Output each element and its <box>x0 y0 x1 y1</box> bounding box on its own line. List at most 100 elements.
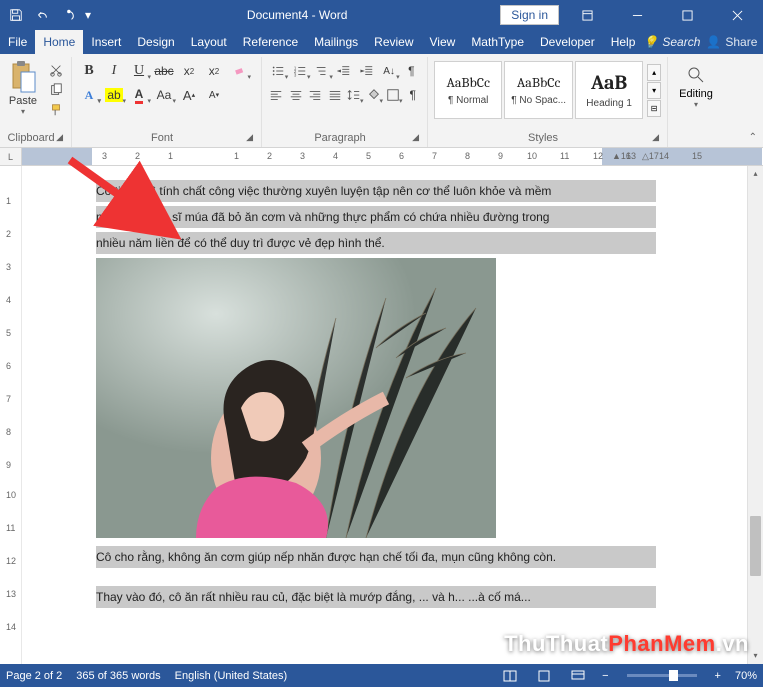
customize-qat-icon[interactable]: ▾ <box>82 2 94 28</box>
cut-icon[interactable] <box>46 61 66 79</box>
group-font: B I U abc x2 x2 A ab A Aa A▴ A▾ Font◢ <box>72 57 262 147</box>
document-image[interactable] <box>96 258 496 538</box>
status-words[interactable]: 365 of 365 words <box>76 670 160 682</box>
undo-icon[interactable] <box>30 2 54 28</box>
styles-scroll-down-icon[interactable]: ▾ <box>647 82 661 99</box>
paste-dropdown-icon[interactable]: ▾ <box>21 107 25 116</box>
format-painter-icon[interactable] <box>46 101 66 119</box>
paragraph-dialog-launcher-icon[interactable]: ◢ <box>412 132 419 143</box>
change-case-button[interactable]: Aa <box>153 85 175 105</box>
ribbon-display-options-icon[interactable] <box>565 0 609 30</box>
borders-icon[interactable] <box>385 85 402 105</box>
superscript-button[interactable]: x2 <box>203 61 225 81</box>
shrink-font-icon[interactable]: A▾ <box>203 85 225 105</box>
show-marks-icon[interactable]: ¶ <box>402 61 421 81</box>
bold-button[interactable]: B <box>78 61 100 81</box>
clear-formatting-icon[interactable] <box>228 61 250 81</box>
paste-icon[interactable] <box>6 59 40 95</box>
paragraph-1[interactable]: Cô tiết lộ vì tính chất công việc thường… <box>96 180 656 202</box>
vertical-scrollbar[interactable]: ▴ ▾ <box>747 166 763 664</box>
align-center-icon[interactable] <box>288 85 305 105</box>
bullets-icon[interactable] <box>268 61 287 81</box>
line-spacing-icon[interactable] <box>346 85 363 105</box>
sign-in-button[interactable]: Sign in <box>500 5 559 25</box>
font-color-icon[interactable]: A <box>128 85 150 105</box>
tab-help[interactable]: Help <box>603 30 644 54</box>
underline-button[interactable]: U <box>128 61 150 81</box>
paragraph-4[interactable]: Cô cho rằng, không ăn cơm giúp nếp nhăn … <box>96 546 656 568</box>
increase-indent-icon[interactable] <box>357 61 376 81</box>
save-icon[interactable] <box>4 2 28 28</box>
align-right-icon[interactable] <box>307 85 324 105</box>
scroll-thumb[interactable] <box>750 516 761 576</box>
close-icon[interactable] <box>715 0 759 30</box>
highlight-icon[interactable]: ab <box>103 85 125 105</box>
text-effects-icon[interactable]: A <box>78 85 100 105</box>
subscript-button[interactable]: x2 <box>178 61 200 81</box>
document-canvas[interactable]: Cô tiết lộ vì tính chất công việc thường… <box>22 166 763 664</box>
quick-access-toolbar: ▾ <box>0 2 94 28</box>
web-layout-icon[interactable] <box>568 667 588 685</box>
decrease-indent-icon[interactable] <box>335 61 354 81</box>
tab-mailings[interactable]: Mailings <box>306 30 366 54</box>
styles-scroll-up-icon[interactable]: ▴ <box>647 64 661 81</box>
tab-file[interactable]: File <box>0 30 35 54</box>
italic-button[interactable]: I <box>103 61 125 81</box>
tell-me-search[interactable]: 💡Search <box>643 35 700 49</box>
group-clipboard-label: Clipboard <box>7 132 54 144</box>
tab-reference[interactable]: Reference <box>235 30 306 54</box>
font-dialog-launcher-icon[interactable]: ◢ <box>246 132 253 143</box>
sort-icon[interactable]: A↓ <box>379 61 398 81</box>
tab-insert[interactable]: Insert <box>83 30 129 54</box>
tab-view[interactable]: View <box>422 30 464 54</box>
vertical-ruler[interactable]: 123 456 789 101112 1314 <box>0 166 22 664</box>
style-no-spacing[interactable]: AaBbCc¶ No Spac... <box>504 61 572 119</box>
zoom-level[interactable]: 70% <box>735 670 757 682</box>
style-normal[interactable]: AaBbCc¶ Normal <box>434 61 502 119</box>
print-layout-icon[interactable] <box>534 667 554 685</box>
editing-button[interactable]: Editing <box>679 88 713 100</box>
copy-icon[interactable] <box>46 81 66 99</box>
paragraph-5[interactable]: Thay vào đó, cô ăn rất nhiều rau củ, đặc… <box>96 586 656 608</box>
strikethrough-button[interactable]: abc <box>153 61 175 81</box>
styles-expand-icon[interactable]: ⊟ <box>647 100 661 117</box>
editing-icon[interactable] <box>686 65 706 88</box>
paste-button[interactable]: Paste <box>9 95 37 107</box>
horizontal-ruler[interactable]: L 321 123 456 789 101112 131415 ▲16△17 <box>0 148 763 166</box>
multilevel-list-icon[interactable] <box>313 61 332 81</box>
scroll-up-icon[interactable]: ▴ <box>748 166 763 182</box>
minimize-icon[interactable] <box>615 0 659 30</box>
restore-icon[interactable] <box>665 0 709 30</box>
clipboard-dialog-launcher-icon[interactable]: ◢ <box>56 132 63 143</box>
tab-home[interactable]: Home <box>35 30 83 54</box>
zoom-out-icon[interactable]: − <box>602 670 608 682</box>
editing-dropdown-icon[interactable]: ▾ <box>694 100 698 109</box>
status-language[interactable]: English (United States) <box>175 670 288 682</box>
scroll-down-icon[interactable]: ▾ <box>748 648 763 664</box>
paragraph-2[interactable]: mại. Nữ nghệ sĩ múa đã bỏ ăn cơm và nhữn… <box>96 206 656 228</box>
tab-layout[interactable]: Layout <box>183 30 235 54</box>
style-heading-1[interactable]: AaBHeading 1 <box>575 61 643 119</box>
shading-icon[interactable] <box>366 85 383 105</box>
redo-icon[interactable] <box>56 2 80 28</box>
status-page[interactable]: Page 2 of 2 <box>6 670 62 682</box>
tab-mathtype[interactable]: MathType <box>463 30 532 54</box>
zoom-in-icon[interactable]: + <box>715 670 721 682</box>
tab-design[interactable]: Design <box>129 30 182 54</box>
share-button[interactable]: 👤Share <box>706 35 757 49</box>
collapse-ribbon-icon[interactable]: ⌃ <box>749 132 757 143</box>
group-editing: Editing ▾ <box>668 57 724 147</box>
read-mode-icon[interactable] <box>500 667 520 685</box>
tab-developer[interactable]: Developer <box>532 30 603 54</box>
group-paragraph: 123 A↓ ¶ ¶ Paragraph◢ <box>262 57 428 147</box>
tab-review[interactable]: Review <box>366 30 421 54</box>
grow-font-icon[interactable]: A▴ <box>178 85 200 105</box>
align-left-icon[interactable] <box>268 85 285 105</box>
styles-dialog-launcher-icon[interactable]: ◢ <box>652 132 659 143</box>
numbering-icon[interactable]: 123 <box>290 61 309 81</box>
zoom-slider[interactable] <box>627 674 697 677</box>
title-bar: ▾ Document4 - Word Sign in <box>0 0 763 30</box>
paragraph-mark-icon[interactable]: ¶ <box>405 85 422 105</box>
paragraph-3[interactable]: nhiều năm liền để có thể duy trì được vẻ… <box>96 232 656 254</box>
justify-icon[interactable] <box>327 85 344 105</box>
